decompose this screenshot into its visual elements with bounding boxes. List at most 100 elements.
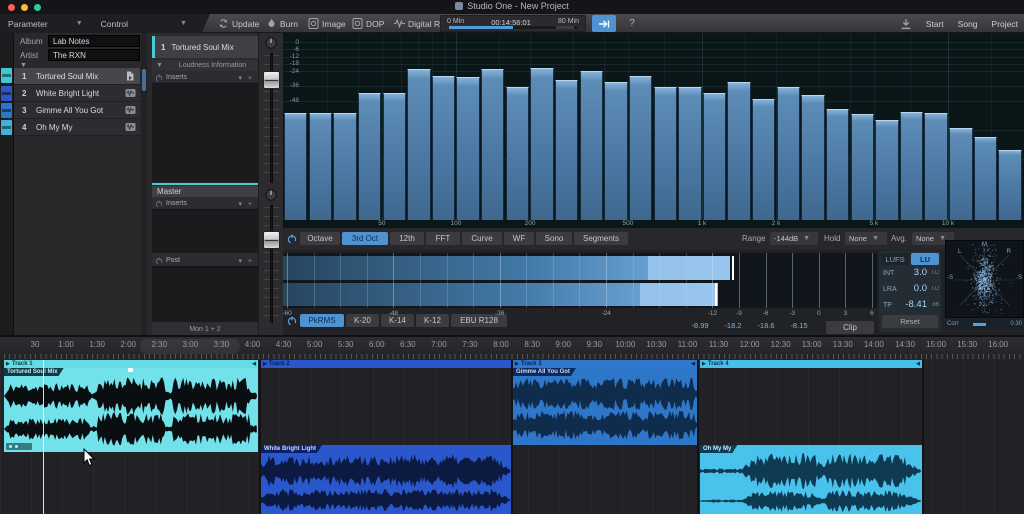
clip-name-tag: Gimme All You Got <box>513 368 576 376</box>
clip-gain-handle[interactable] <box>128 368 133 372</box>
download-icon[interactable] <box>900 18 912 30</box>
power-icon[interactable] <box>155 200 163 208</box>
segments-button[interactable]: Segments <box>574 232 628 245</box>
curve-button[interactable]: Curve <box>462 232 502 245</box>
overview-thumb-4[interactable] <box>1 120 12 135</box>
k20-button[interactable]: K-20 <box>346 314 379 327</box>
album-field[interactable]: Lab Notes <box>48 35 140 47</box>
track-list-item-2[interactable]: 2 White Bright Light <box>14 85 140 102</box>
inserts-well[interactable] <box>152 83 258 182</box>
playhead[interactable] <box>43 360 44 514</box>
control-dropdown[interactable]: Control <box>101 19 128 29</box>
post-section-header[interactable]: Post ▾ + <box>152 255 258 266</box>
project-page-button[interactable]: Project <box>992 19 1018 29</box>
sono-button[interactable]: Sono <box>536 232 572 245</box>
tp-label: TP <box>883 302 892 309</box>
spectrum-bar <box>875 120 898 220</box>
track-list-item-3[interactable]: 3 Gimme All You Got <box>14 102 140 119</box>
power-icon[interactable] <box>287 316 297 326</box>
chevron-down-icon[interactable]: ▼ <box>76 20 83 27</box>
lufs-toggle[interactable]: LUFS <box>881 253 909 265</box>
clip-options-badge[interactable] <box>6 443 32 450</box>
third-oct-button[interactable]: 3rd Oct <box>342 232 388 245</box>
progress-bar[interactable] <box>449 26 577 29</box>
help-button[interactable]: ? <box>624 15 640 32</box>
spectrum-bar <box>703 93 726 220</box>
parameter-dropdown[interactable]: Parameter <box>8 19 48 29</box>
inserts-section-header[interactable]: Inserts ▾ + <box>152 72 258 83</box>
overview-thumb-1[interactable] <box>1 68 12 83</box>
octave-button[interactable]: Octave <box>300 232 340 245</box>
section-tools[interactable]: ▾ + <box>238 200 254 208</box>
image-button[interactable]: Image <box>308 14 346 33</box>
master-fader-handle[interactable] <box>263 231 280 249</box>
waveform-icon <box>394 18 405 29</box>
wav-file-icon[interactable] <box>125 122 136 132</box>
power-icon[interactable] <box>287 234 297 244</box>
section-tools[interactable]: ▾ + <box>238 74 254 82</box>
meter-scale-label: -36 <box>495 310 504 317</box>
selected-track-header[interactable]: 1 Tortured Soul Mix <box>152 36 258 58</box>
hold-dropdown[interactable]: None▼ <box>845 232 887 245</box>
artist-field[interactable]: The RXN <box>48 49 140 61</box>
monitor-out-label[interactable]: Mon 1 + 2 <box>152 323 258 335</box>
track4-header[interactable]: ▶Track 4◀ <box>700 360 922 368</box>
gonio-l-label: L <box>958 249 961 255</box>
spectrum-bar <box>678 87 701 220</box>
spectrum-analyzer[interactable]: 0-6-12-18-24-36-48-72-96-144501002005001… <box>283 33 1024 228</box>
track-list-item-4[interactable]: 4 Oh My My <box>14 119 140 136</box>
wf-button[interactable]: WF <box>504 232 534 245</box>
master-fader-rail[interactable] <box>270 205 273 323</box>
twelfth-button[interactable]: 12th <box>390 232 424 245</box>
update-button[interactable]: Update <box>218 14 259 33</box>
overview-thumb-2[interactable] <box>1 86 12 101</box>
track-fader-handle[interactable] <box>263 71 280 89</box>
chevron-down-icon[interactable]: ▼ <box>180 20 187 27</box>
master-pan-knob[interactable] <box>265 188 277 200</box>
track-list-item-1[interactable]: 1 Tortured Soul Mix <box>14 68 140 85</box>
wav-file-icon[interactable] <box>125 88 136 98</box>
pkrms-button[interactable]: PkRMS <box>300 314 344 327</box>
overview-thumb-3[interactable] <box>1 103 12 118</box>
clip-white-bright-light[interactable]: White Bright Light <box>261 445 511 514</box>
track-list-scrollbar[interactable] <box>141 33 147 335</box>
timeline-ruler[interactable]: 301:001:302:002:303:003:304:004:305:005:… <box>0 335 1024 360</box>
burn-button[interactable]: Burn <box>266 14 298 33</box>
reset-button[interactable]: Reset <box>882 315 938 328</box>
wav-file-icon[interactable] <box>125 105 136 115</box>
meter-tick <box>606 253 607 308</box>
range-dropdown[interactable]: -144dB▼ <box>770 232 818 245</box>
clip-gimme-all-you-got[interactable]: Gimme All You Got <box>513 368 697 445</box>
mode-dropdowns: Parameter ▼ Control ▼ <box>0 14 210 33</box>
pan-knob[interactable] <box>265 36 277 48</box>
clip-oh-my-my[interactable]: Oh My My <box>700 445 922 514</box>
master-inserts-header[interactable]: Inserts ▾ + <box>152 198 258 209</box>
master-file-icon[interactable] <box>125 71 136 81</box>
meter-scale-label: 0 <box>817 310 821 317</box>
arrangement-area[interactable]: ▶Track 1◀ ▶Track 2 ▶Track 3◀ ▶Track 4◀ T… <box>0 360 1024 514</box>
master-inserts-well[interactable] <box>152 209 258 253</box>
ruler-label: 15:30 <box>957 340 977 349</box>
ruler-label: 2:00 <box>120 340 136 349</box>
locate-end-button[interactable] <box>592 15 616 32</box>
clip-button[interactable]: Clip <box>826 321 874 334</box>
x-axis-tick-label: 50 <box>378 220 385 227</box>
loudness-info-section[interactable]: ▼ Loudness Information <box>152 60 258 71</box>
ruler-label: 7:00 <box>431 340 447 349</box>
section-tools[interactable]: ▾ + <box>238 257 254 265</box>
lu-toggle[interactable]: LU <box>911 253 939 265</box>
power-icon[interactable] <box>155 257 163 265</box>
dop-button[interactable]: DOP <box>352 14 384 33</box>
song-page-button[interactable]: Song <box>958 19 978 29</box>
master-header[interactable]: Master <box>152 186 258 197</box>
k12-button[interactable]: K-12 <box>416 314 449 327</box>
track2-header[interactable]: ▶Track 2 <box>261 360 511 368</box>
spectrum-bar <box>629 76 652 220</box>
fft-button[interactable]: FFT <box>426 232 460 245</box>
corr-value: 0.30 <box>1010 321 1022 327</box>
start-page-button[interactable]: Start <box>926 19 944 29</box>
ruler-label: 15:00 <box>926 340 946 349</box>
post-well[interactable] <box>152 266 258 322</box>
track3-header[interactable]: ▶Track 3◀ <box>513 360 697 368</box>
power-icon[interactable] <box>155 74 163 82</box>
